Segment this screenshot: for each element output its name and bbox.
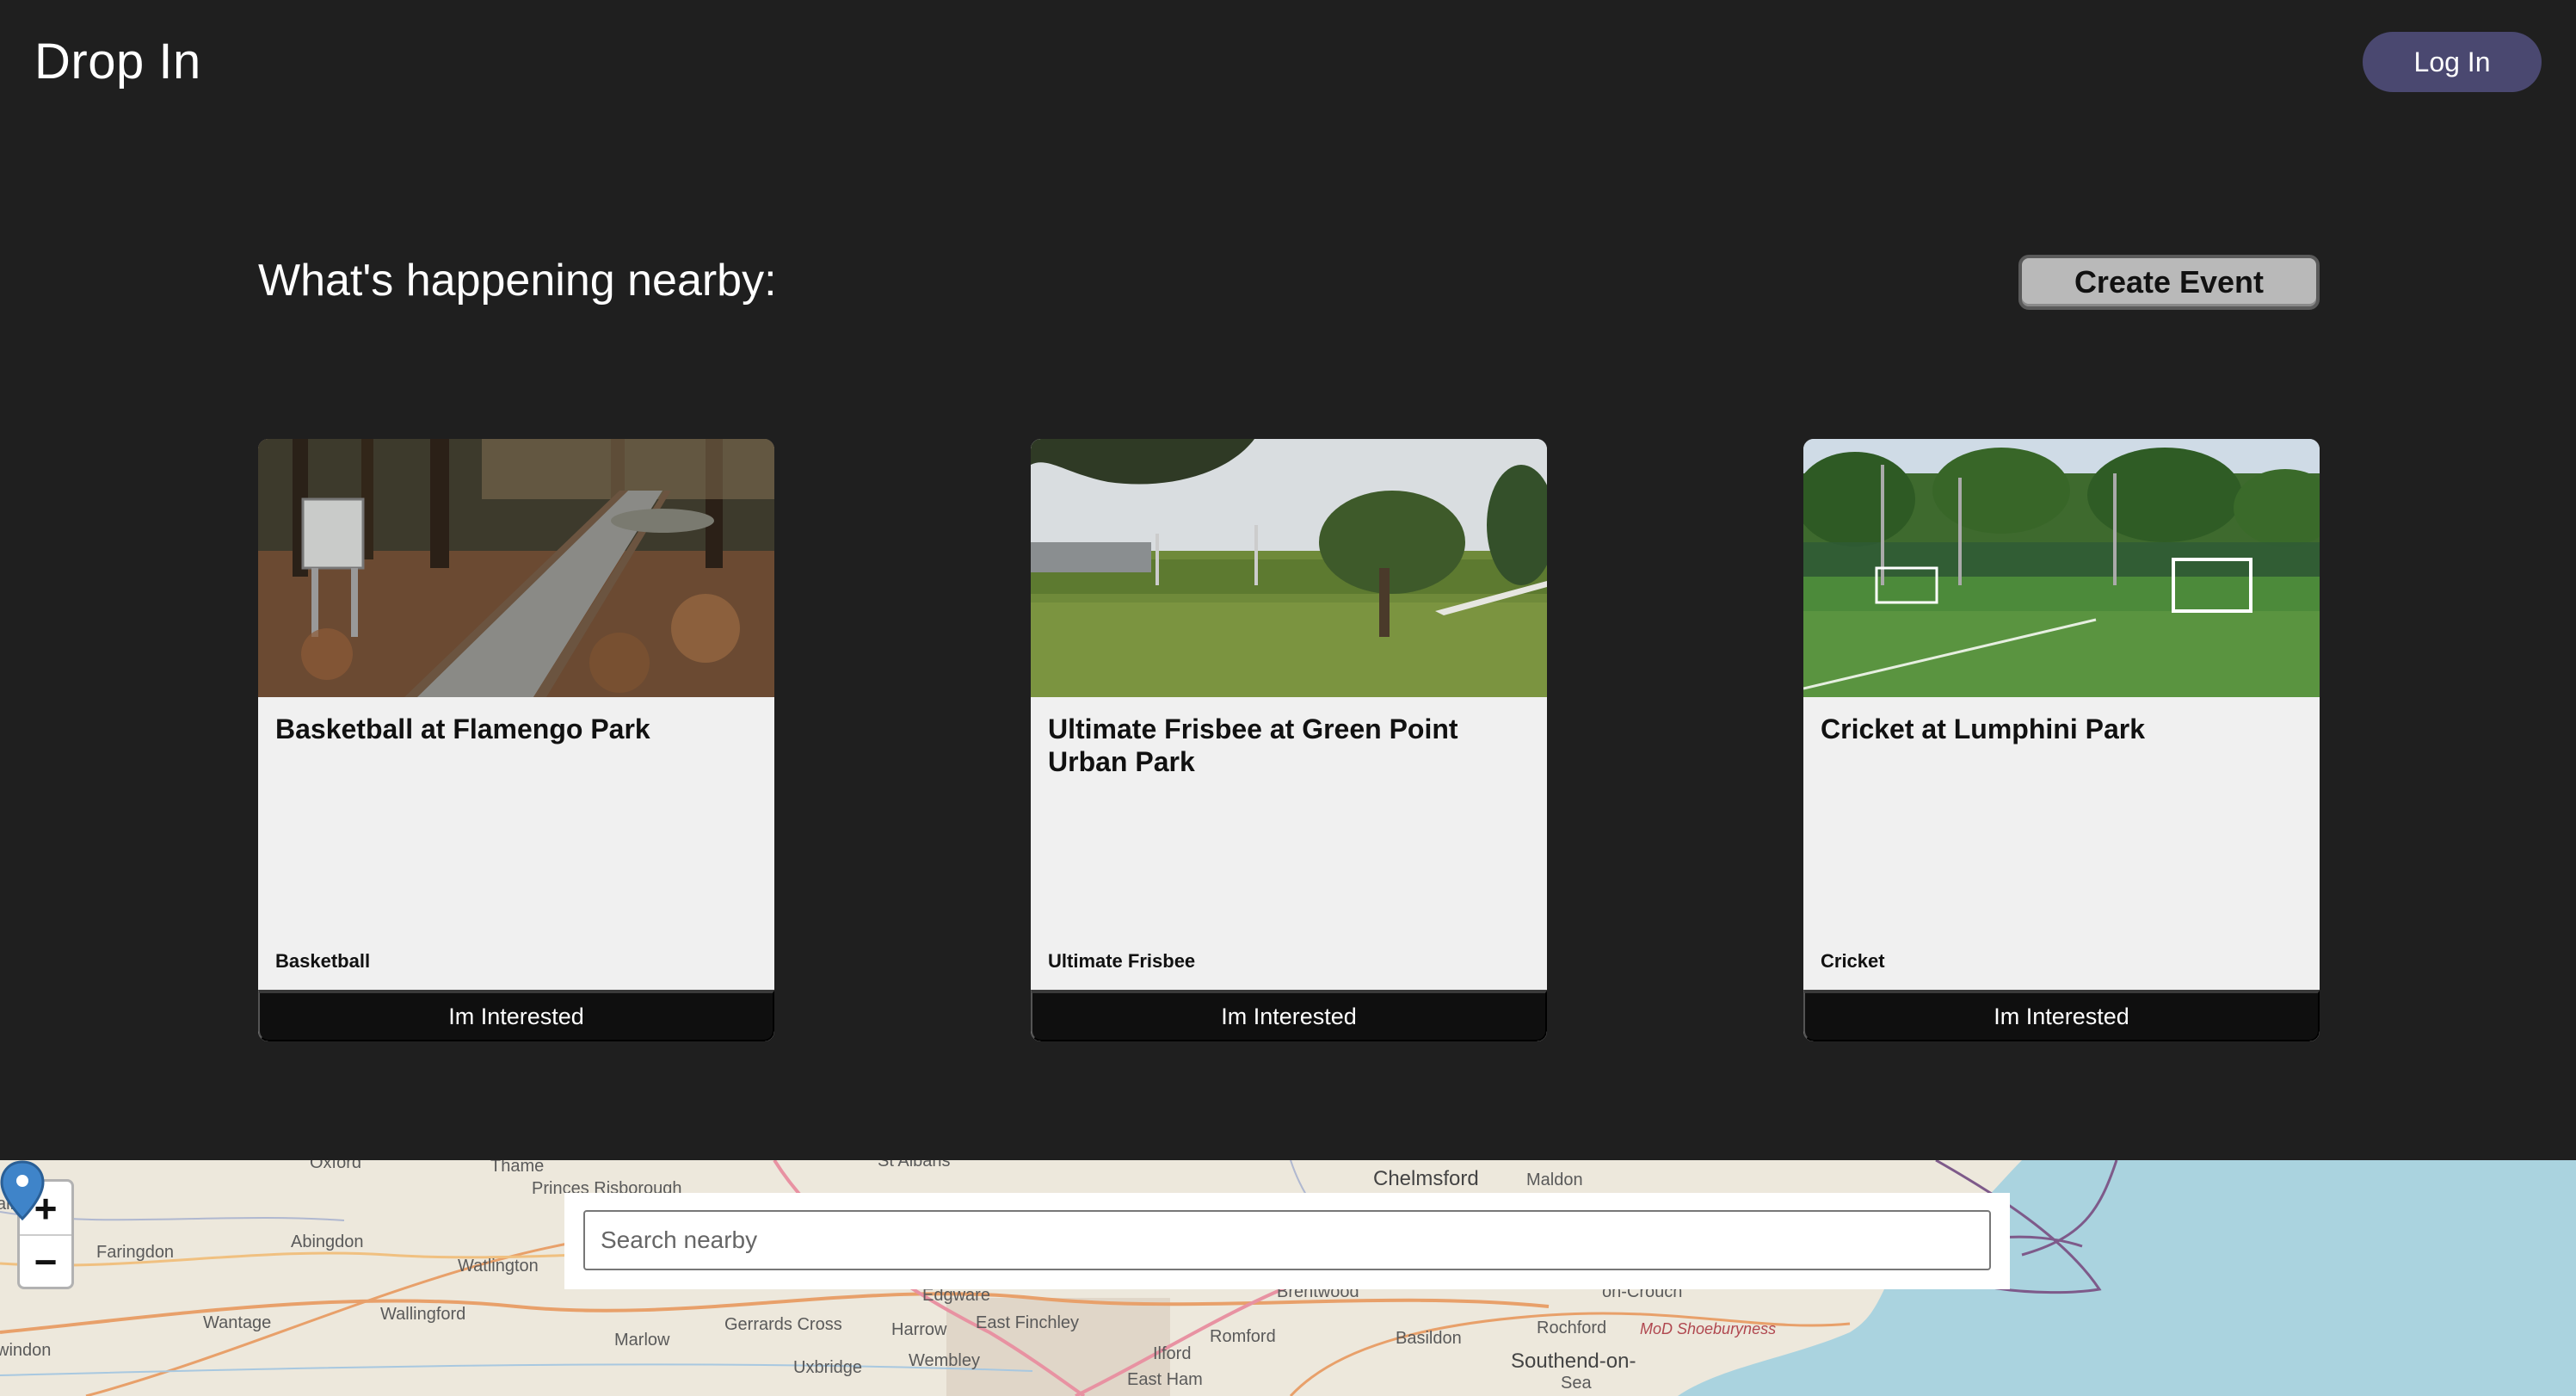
sport-tag: Cricket xyxy=(1821,950,1885,972)
map-place-label: Oxford xyxy=(310,1160,362,1172)
login-button[interactable]: Log In xyxy=(2363,32,2542,92)
interested-button[interactable]: Im Interested xyxy=(1031,990,1547,1041)
sport-tag: Basketball xyxy=(275,950,371,972)
map-place-label: Sea xyxy=(1561,1374,1592,1393)
map-place-label: Maldon xyxy=(1526,1171,1583,1189)
section-title: What's happening nearby: xyxy=(258,256,777,306)
map-place-label: MoD Shoeburyness xyxy=(1640,1320,1777,1337)
top-header: Drop In Log In xyxy=(0,0,2576,129)
map-place-label: Chelmsford xyxy=(1373,1167,1479,1190)
map-place-label: Wantage xyxy=(203,1313,272,1332)
event-title: Ultimate Frisbee at Green Point Urban Pa… xyxy=(1048,713,1458,777)
football-pitch-image xyxy=(1803,439,2320,697)
map-place-label: St Albans xyxy=(878,1160,951,1171)
map-place-label: Rochford xyxy=(1537,1319,1607,1337)
map-place-label: Thame xyxy=(490,1160,545,1176)
search-nearby-input[interactable] xyxy=(583,1210,1991,1270)
map-place-label: Gerrards Cross xyxy=(724,1315,842,1334)
map-place-label: East Ham xyxy=(1127,1370,1203,1389)
create-event-button[interactable]: Create Event xyxy=(2018,255,2320,310)
map-place-label: Basildon xyxy=(1396,1329,1462,1348)
event-card[interactable]: Basketball at Flamengo Park Basketball I… xyxy=(258,439,774,1041)
map-place-label: Uxbridge xyxy=(793,1358,863,1377)
map-place-label: windon xyxy=(0,1341,52,1360)
map-marker-icon[interactable] xyxy=(0,1160,45,1220)
map-view[interactable]: Oxford Thame St Albans Chelmsford Maldon… xyxy=(0,1160,2576,1396)
park-path-image xyxy=(258,439,774,697)
green-park-tree-image xyxy=(1031,439,1547,697)
map-place-label: Ilford xyxy=(1153,1344,1192,1363)
sport-tag: Ultimate Frisbee xyxy=(1048,950,1196,972)
map-place-label: Marlow xyxy=(614,1331,670,1350)
map-place-label: Southend-on- xyxy=(1511,1350,1636,1373)
map-place-label: Abingdon xyxy=(291,1232,364,1251)
interested-button[interactable]: Im Interested xyxy=(258,990,774,1041)
event-title: Cricket at Lumphini Park xyxy=(1821,713,2145,744)
event-title: Basketball at Flamengo Park xyxy=(275,713,650,744)
brand-logo-text[interactable]: Drop In xyxy=(34,33,201,90)
map-place-label: Watlington xyxy=(458,1257,539,1276)
map-place-label: Wallingford xyxy=(380,1305,466,1324)
map-place-label: Wembley xyxy=(909,1351,980,1370)
map-place-label: Harrow xyxy=(891,1320,947,1339)
map-place-label: Faringdon xyxy=(96,1243,175,1262)
zoom-out-button[interactable]: − xyxy=(20,1234,71,1287)
map-search-panel xyxy=(564,1193,2010,1289)
event-card[interactable]: Ultimate Frisbee at Green Point Urban Pa… xyxy=(1031,439,1547,1041)
map-place-label: Romford xyxy=(1210,1327,1276,1346)
map-place-label: East Finchley xyxy=(976,1313,1080,1332)
event-card[interactable]: Cricket at Lumphini Park Cricket Im Inte… xyxy=(1803,439,2320,1041)
interested-button[interactable]: Im Interested xyxy=(1803,990,2320,1041)
